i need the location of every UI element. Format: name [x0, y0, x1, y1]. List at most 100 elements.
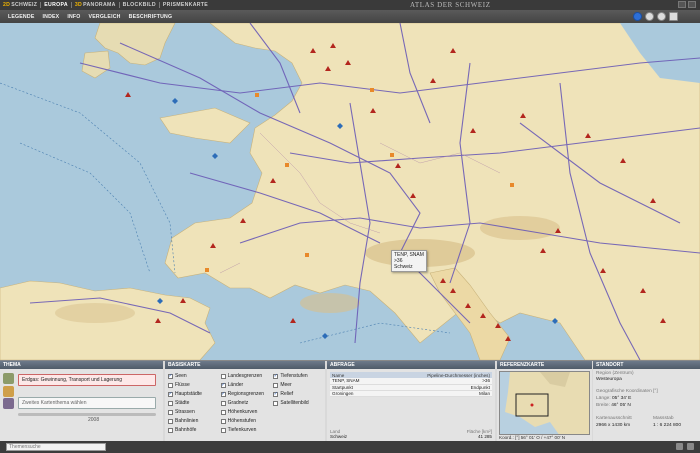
- massstab-value: 1 : 6 224 800: [653, 423, 682, 428]
- layer-fluesse[interactable]: Flüsse: [168, 381, 219, 389]
- checkbox[interactable]: [220, 409, 226, 415]
- location-marker-icon: [530, 403, 534, 407]
- reference-coordinates: Koord.: [°] 56° 01' O / +47° 00' N: [499, 435, 566, 440]
- referenzkarte-section: REFERENZKARTE Koord.: [°] 56° 01' O / +4…: [497, 361, 592, 442]
- layer-bahnlinien[interactable]: Bahnlinien: [168, 417, 219, 425]
- checkbox[interactable]: [220, 400, 226, 406]
- checkbox[interactable]: [168, 409, 173, 415]
- flaeche-value: 41 285: [477, 434, 492, 439]
- checkbox[interactable]: [220, 427, 226, 433]
- layers-icon[interactable]: [645, 12, 654, 21]
- laenge-value: 05° 34' E: [612, 396, 632, 401]
- layer-label: Länder: [227, 382, 244, 388]
- ausschnitt-label: Kartenausschnitt: [596, 416, 632, 421]
- layer-staedte[interactable]: Städte: [168, 399, 219, 407]
- layer-empty: [273, 417, 324, 425]
- layer-label: Bahnhöfe: [175, 427, 197, 433]
- map-tooltip: TENP, SNAM >36 Schweiz: [391, 250, 427, 272]
- layer-hoehenkurven[interactable]: Höhenkurven: [220, 408, 272, 416]
- basiskarte-section: BASISKARTE ✓ Seen Landesgrenzen ✓ Tiefenst…: [165, 361, 325, 442]
- layer-regionsgrenzen[interactable]: ✓ Regionsgrenzen: [220, 390, 272, 398]
- checkbox[interactable]: [168, 382, 173, 388]
- primary-theme-select[interactable]: Erdgas: Gewinnung, Transport und Lagerun…: [18, 374, 156, 386]
- basiskarte-header: BASISKARTE: [165, 361, 325, 369]
- cell: Groningen: [330, 390, 382, 397]
- status-icons: [676, 443, 694, 450]
- menu-beschriftung[interactable]: BESCHRIFTUNG: [125, 14, 177, 20]
- tab-europa[interactable]: EUROPA: [41, 0, 71, 10]
- layer-label: Flüsse: [175, 382, 190, 388]
- year-slider[interactable]: [18, 413, 156, 416]
- table-row: Groningen Milan: [330, 390, 492, 397]
- breite-value: 46° 05' N: [611, 403, 631, 408]
- layer-strassen[interactable]: Strassen: [168, 408, 219, 416]
- tab-prismenkarte[interactable]: PRISMENKARTE: [160, 0, 211, 10]
- control-panel: THEMA Erdgas: Gewinnung, Transport und L…: [0, 360, 700, 442]
- menu-index[interactable]: INDEX: [38, 14, 63, 20]
- layer-seen[interactable]: ✓ Seen: [168, 372, 219, 380]
- checkbox[interactable]: [168, 427, 173, 433]
- layer-label: Strassen: [175, 409, 195, 415]
- menu-info[interactable]: INFO: [63, 14, 84, 20]
- coords-label: Geografische Koordinaten [°]: [596, 389, 658, 394]
- layer-bahnhoefe[interactable]: Bahnhöfe: [168, 426, 219, 434]
- fullscreen-icon[interactable]: [669, 12, 678, 21]
- referenzkarte-header: REFERENZKARTE: [497, 361, 592, 369]
- checkbox[interactable]: [168, 418, 173, 424]
- checkbox[interactable]: ✓: [220, 382, 226, 388]
- tab-blockbild[interactable]: BLOCKBILD: [120, 0, 159, 10]
- layer-relief[interactable]: ✓ Relief: [273, 390, 324, 398]
- search-input[interactable]: Themensuche: [6, 443, 106, 451]
- checkbox[interactable]: [220, 418, 226, 424]
- top-tab-bar: 2DSCHWEIZ EUROPA 3DPANORAMA BLOCKBILD PR…: [0, 0, 700, 10]
- layer-label: Hauptstädte: [175, 391, 202, 397]
- theme-folder-icon[interactable]: [3, 386, 14, 397]
- tab-panorama[interactable]: 3DPANORAMA: [72, 0, 119, 10]
- tab-schweiz[interactable]: 2DSCHWEIZ: [0, 0, 40, 10]
- region-value: Westeuropa: [596, 377, 622, 382]
- tab-label: BLOCKBILD: [122, 2, 156, 8]
- checkbox[interactable]: [220, 373, 226, 379]
- layer-landesgrenzen[interactable]: Landesgrenzen: [220, 372, 272, 380]
- tooltip-country: Schweiz: [394, 264, 413, 270]
- secondary-theme-select[interactable]: Zweites Kartenthema wählen: [18, 397, 156, 409]
- play-icon[interactable]: [633, 12, 642, 21]
- breite-row: Breite: 46° 05' N: [596, 403, 631, 408]
- theme-compare-icon[interactable]: [3, 398, 14, 409]
- layer-label: Satellitenbild: [280, 400, 309, 406]
- laenge-label: Länge:: [596, 396, 611, 401]
- layer-tiefenstufen[interactable]: ✓ Tiefenstufen: [273, 372, 324, 380]
- checkbox[interactable]: [168, 400, 173, 406]
- tab-label: PRISMENKARTE: [162, 2, 209, 8]
- checkbox[interactable]: ✓: [273, 373, 279, 379]
- menu-vergleich[interactable]: VERGLEICH: [85, 14, 125, 20]
- print-icon[interactable]: [657, 12, 666, 21]
- layer-laender[interactable]: ✓ Länder: [220, 381, 272, 389]
- layer-meer[interactable]: Meer: [273, 381, 324, 389]
- footer-values: Schweiz 41 285: [330, 434, 492, 439]
- layer-hoehenstufen[interactable]: Höhenstufen: [220, 417, 272, 425]
- checkbox[interactable]: ✓: [220, 391, 226, 397]
- help-icon[interactable]: [676, 443, 683, 450]
- layer-tiefenkurven[interactable]: Tiefenkurven: [220, 426, 272, 434]
- layer-satellitenbild[interactable]: Satellitenbild: [273, 399, 324, 407]
- menu-legende[interactable]: LEGENDE: [4, 14, 38, 20]
- layer-gradnetz[interactable]: Gradnetz: [220, 399, 272, 407]
- map-canvas[interactable]: TENP, SNAM >36 Schweiz: [0, 23, 700, 360]
- checkbox[interactable]: [273, 400, 279, 406]
- tab-label: EUROPA: [44, 2, 68, 8]
- tab-prefix: 3D: [74, 2, 83, 8]
- layer-hauptstaedte[interactable]: ✓ Hauptstädte: [168, 390, 219, 398]
- checkbox[interactable]: ✓: [273, 391, 279, 397]
- checkbox[interactable]: ✓: [168, 373, 173, 379]
- checkbox[interactable]: ✓: [168, 391, 173, 397]
- layer-empty: [273, 408, 324, 416]
- close-button[interactable]: [688, 1, 696, 8]
- reference-map[interactable]: [499, 371, 590, 435]
- checkbox[interactable]: [273, 382, 279, 388]
- theme-globe-icon[interactable]: [3, 373, 14, 384]
- settings-icon[interactable]: [687, 443, 694, 450]
- layer-label: Tiefenstufen: [280, 373, 308, 379]
- layer-label: Regionsgrenzen: [227, 391, 265, 397]
- minimize-button[interactable]: [678, 1, 686, 8]
